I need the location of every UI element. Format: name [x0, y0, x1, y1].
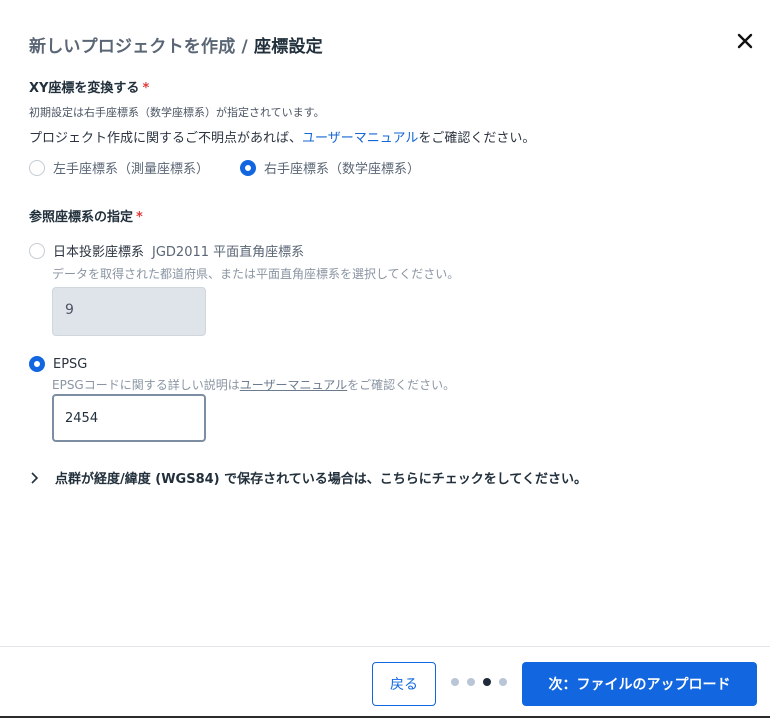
step-dot	[499, 678, 507, 686]
radio-japan-projection[interactable]: 日本投影座標系 JGD2011 平面直角座標系	[29, 241, 304, 260]
radio-circle-checked[interactable]	[29, 356, 45, 372]
next-upload-button[interactable]: 次：ファイルのアップロード	[522, 662, 757, 706]
epsg-hint-text: EPSGコードに関する詳しい説明は	[52, 378, 240, 392]
page-title: 新しいプロジェクトを作成 / 座標設定	[29, 32, 323, 57]
radio-label: EPSG	[53, 356, 88, 372]
back-button[interactable]: 戻る	[372, 662, 436, 706]
required-mark: *	[142, 81, 150, 96]
close-button[interactable]	[732, 28, 758, 54]
expander-label: 点群が経度/緯度 (WGS84) で保存されている場合は、こちらにチェックをして…	[55, 472, 587, 487]
radio-circle[interactable]	[29, 159, 45, 176]
required-mark: *	[136, 210, 143, 225]
radio-circle[interactable]	[29, 242, 45, 259]
xy-section-label-text: XY座標を変換する	[29, 81, 140, 96]
radio-circle-checked[interactable]	[240, 159, 256, 176]
wgs84-expander[interactable]: 点群が経度/緯度 (WGS84) で保存されている場合は、こちらにチェックをして…	[29, 468, 587, 487]
radio-label: 左手座標系（測量座標系）	[53, 162, 210, 177]
epsg-hint: EPSGコードに関する詳しい説明はユーザーマニュアルをご確認ください。	[52, 376, 455, 393]
close-icon	[737, 33, 753, 49]
manual-hint-text: プロジェクト作成に関するご不明点があれば、	[29, 131, 303, 146]
step-dot	[467, 678, 475, 686]
create-project-dialog: 新しいプロジェクトを作成 / 座標設定 XY座標を変換する * 初期設定は右手座標…	[0, 0, 770, 718]
ref-section-label: 参照座標系の指定 *	[29, 206, 143, 225]
radio-left-hand[interactable]: 左手座標系（測量座標系）	[29, 158, 209, 177]
dialog-footer: 戻る 次：ファイルのアップロード	[0, 646, 770, 718]
step-dot-current	[483, 678, 491, 686]
xy-section-label: XY座標を変換する *	[29, 77, 149, 96]
radio-label: 右手座標系（数学座標系）	[264, 162, 421, 177]
title-breadcrumb: 新しいプロジェクトを作成 /	[29, 37, 255, 57]
japan-projection-hint: データを取得された都道府県、または平面直角座標系を選択してください。	[52, 267, 460, 281]
radio-epsg[interactable]: EPSG	[29, 356, 87, 372]
ref-section-label-text: 参照座標系の指定	[29, 210, 134, 225]
epsg-manual-link[interactable]: ユーザーマニュアル	[240, 378, 347, 392]
epsg-code-input[interactable]	[52, 394, 206, 442]
xy-manual-hint: プロジェクト作成に関するご不明点があれば、ユーザーマニュアルをご確認ください。	[29, 127, 535, 146]
chevron-right-icon	[31, 471, 39, 484]
dialog-header: 新しいプロジェクトを作成 / 座標設定	[0, 0, 770, 80]
radio-label: 日本投影座標系	[53, 245, 145, 260]
step-dot	[451, 678, 459, 686]
user-manual-link[interactable]: ユーザーマニュアル	[302, 131, 418, 146]
radio-right-hand[interactable]: 右手座標系（数学座標系）	[240, 158, 420, 177]
prefecture-zone-field: 9	[52, 287, 206, 336]
title-current-step: 座標設定	[254, 37, 323, 57]
epsg-hint-text-end: をご確認ください。	[347, 378, 456, 392]
manual-hint-text-end: をご確認ください。	[418, 131, 536, 146]
step-indicator	[451, 678, 507, 686]
xy-default-note: 初期設定は右手座標系（数学座標系）が指定されています。	[29, 106, 325, 119]
radio-label-sub: JGD2011 平面直角座標系	[152, 245, 305, 260]
